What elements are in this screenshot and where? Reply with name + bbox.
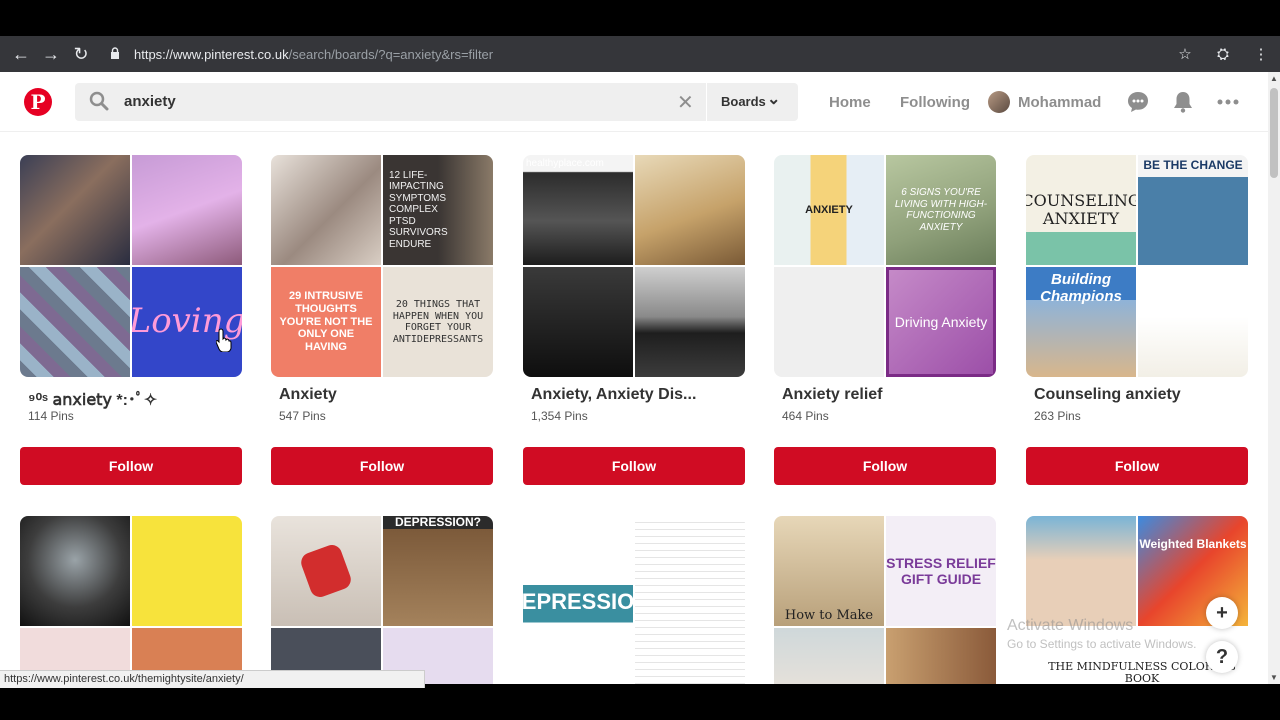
address-bar[interactable]: https://www.pinterest.co.uk/search/board… [110,40,1170,68]
board-image-text: EPRESSIO [523,516,633,684]
follow-button[interactable]: Follow [523,447,745,485]
board-collage[interactable]: ANXIETY 6 SIGNS YOU'RE LIVING WITH HIGH-… [774,155,996,377]
board-image [635,155,745,265]
board-image-text: healthyplace.com [523,155,633,265]
forward-icon[interactable]: → [36,39,66,69]
board-collage[interactable]: healthyplace.com [523,155,745,377]
follow-button[interactable]: Follow [20,447,242,485]
board-title[interactable]: Anxiety [279,386,337,404]
incognito-icon[interactable]: ⛭ [1204,46,1242,63]
add-icon[interactable]: + [1206,597,1238,629]
board-image-loving: Loving [132,267,242,377]
pinterest-logo-icon[interactable]: P [24,88,52,116]
board-collage[interactable]: 12 LIFE-IMPACTING SYMPTOMS COMPLEX PTSD … [271,155,493,377]
board-image [20,155,130,265]
board-image [635,267,745,377]
board-image-text: ANXIETY [774,155,884,265]
board-pin-count: 464 Pins [782,409,829,423]
avatar[interactable] [988,91,1010,113]
browser-toolbar: ← → ↻ https://www.pinterest.co.uk/search… [0,36,1280,72]
board-image-text: Driving Anxiety [886,267,996,377]
site-header: P anxiety ✕ Boards ⌄ Home Following Moha… [0,72,1268,132]
nav-home-link[interactable]: Home [829,94,871,111]
follow-button[interactable]: Follow [1026,447,1248,485]
page-scrollbar[interactable]: ▲ ▼ [1268,72,1280,684]
hand-cursor-icon [216,328,232,352]
board-image [635,516,745,684]
nav-following-link[interactable]: Following [900,94,970,111]
board-image-text: BE THE CHANGE [1138,155,1248,265]
board-pin-count: 547 Pins [279,409,326,423]
scroll-up-arrow-icon[interactable]: ▲ [1268,74,1280,83]
notifications-bell-icon[interactable] [1171,90,1195,114]
bookmark-star-icon[interactable]: ☆ [1166,45,1204,63]
board-image-text: 20 THINGS THAT HAPPEN WHEN YOU FORGET YO… [383,267,493,377]
screen-bottom-border [0,688,1280,720]
board-title[interactable]: Anxiety relief [782,386,882,404]
board-collage[interactable]: EPRESSIO [523,516,745,684]
messages-icon[interactable] [1126,90,1150,114]
help-icon[interactable]: ? [1206,641,1238,673]
board-image-text: COUNSELING ANXIETY [1026,155,1136,265]
browser-menu-icon[interactable]: ⋮ [1242,45,1280,63]
screen-top-border [0,0,1280,36]
board-image [20,516,130,626]
nav-user-link[interactable]: Mohammad [1018,94,1101,111]
scroll-down-arrow-icon[interactable]: ▼ [1268,673,1280,682]
follow-button[interactable]: Follow [271,447,493,485]
board-collage[interactable]: DEPRESSION? [271,516,493,684]
board-image [132,155,242,265]
filter-dropdown-label[interactable]: Boards [721,94,766,109]
board-image-text: 12 LIFE-IMPACTING SYMPTOMS COMPLEX PTSD … [383,155,493,265]
board-title[interactable]: Anxiety, Anxiety Dis... [531,386,696,404]
board-image-text: Building Champions [1026,267,1136,377]
red-fabric-shape [298,542,354,600]
clear-search-icon[interactable]: ✕ [677,90,694,115]
chevron-down-icon[interactable]: ⌄ [767,89,780,109]
search-divider [706,83,707,121]
board-image-text: 6 SIGNS YOU'RE LIVING WITH HIGH-FUNCTION… [886,155,996,265]
board-title[interactable]: ⁹⁰ˢ 𝖺𝗇𝗑𝗂𝖾𝗍𝗒 *:･ﾟ✧ [28,386,157,410]
board-image [523,267,633,377]
search-input[interactable]: anxiety [124,93,176,110]
follow-button[interactable]: Follow [774,447,996,485]
watermark-title: Activate Windows [1007,617,1134,634]
board-collage[interactable]: COUNSELING ANXIETY BE THE CHANGE Buildin… [1026,155,1248,377]
back-icon[interactable]: ← [6,39,36,69]
board-pin-count: 263 Pins [1034,409,1081,423]
pinterest-page: P anxiety ✕ Boards ⌄ Home Following Moha… [0,72,1268,684]
watermark-subtitle: Go to Settings to activate Windows. [1007,637,1197,651]
board-image [774,628,884,684]
board-image-text: DEPRESSION? [383,516,493,626]
board-pin-count: 1,354 Pins [531,409,588,423]
search-bar[interactable]: anxiety ✕ Boards ⌄ [75,83,798,121]
board-image [886,628,996,684]
reload-icon[interactable]: ↻ [66,39,96,69]
board-image [1138,267,1248,377]
board-pin-count: 114 Pins [28,409,74,423]
search-icon [89,91,109,111]
board-image [774,267,884,377]
board-image-text: 29 INTRUSIVE THOUGHTS YOU'RE NOT THE ONL… [271,267,381,377]
board-image-text: STRESS RELIEF GIFT GUIDE [886,516,996,626]
board-collage[interactable]: How to Make STRESS RELIEF GIFT GUIDE [774,516,996,684]
lock-icon [110,46,128,62]
more-options-icon[interactable] [1216,90,1240,114]
board-image [271,155,381,265]
board-title[interactable]: Counseling anxiety [1034,386,1181,404]
board-collage[interactable]: Loving [20,155,242,377]
board-collage[interactable] [20,516,242,684]
board-image [20,267,130,377]
board-image [271,516,381,626]
url-path: /search/boards/?q=anxiety&rs=filter [288,46,494,62]
scrollbar-thumb[interactable] [1270,88,1278,178]
board-image-text: How to Make [774,516,884,626]
link-status-bar: https://www.pinterest.co.uk/themightysit… [0,670,425,688]
board-image [1026,516,1136,626]
url-domain: https://www.pinterest.co.uk [134,46,289,62]
windows-activation-watermark: Activate Windows Go to Settings to activ… [1007,617,1196,651]
board-image [132,516,242,626]
